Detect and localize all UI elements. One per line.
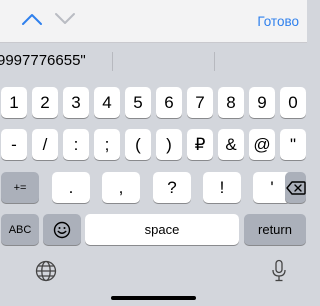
key-comma[interactable]: ,	[102, 172, 140, 203]
key-exclamation[interactable]: !	[203, 172, 241, 203]
globe-icon[interactable]	[35, 260, 57, 282]
key-0[interactable]: 0	[280, 87, 306, 118]
emoji-icon	[53, 221, 71, 239]
key-9[interactable]: 9	[249, 87, 275, 118]
suggestion-bar: 9997776655"	[0, 43, 307, 80]
key-ruble[interactable]: ₽	[187, 129, 213, 160]
key-3[interactable]: 3	[63, 87, 89, 118]
key-6[interactable]: 6	[156, 87, 182, 118]
key-slash[interactable]: /	[32, 129, 58, 160]
key-ampersand[interactable]: &	[218, 129, 244, 160]
key-2[interactable]: 2	[32, 87, 58, 118]
key-semicolon[interactable]: ;	[94, 129, 120, 160]
key-at[interactable]: @	[249, 129, 275, 160]
suggestion-divider	[214, 52, 215, 71]
key-colon[interactable]: :	[63, 129, 89, 160]
backspace-key[interactable]	[285, 172, 306, 203]
key-8[interactable]: 8	[218, 87, 244, 118]
key-symbols-toggle[interactable]: +=	[1, 172, 39, 203]
home-indicator	[111, 296, 196, 300]
key-dash[interactable]: -	[1, 129, 27, 160]
key-5[interactable]: 5	[125, 87, 151, 118]
key-close-paren[interactable]: )	[156, 129, 182, 160]
key-question[interactable]: ?	[153, 172, 191, 203]
key-quote[interactable]: "	[280, 129, 306, 160]
suggestion-divider	[112, 52, 113, 71]
space-key[interactable]: space	[85, 214, 239, 245]
microphone-icon[interactable]	[271, 259, 287, 283]
key-period[interactable]: .	[52, 172, 90, 203]
key-7[interactable]: 7	[187, 87, 213, 118]
suggestion-item[interactable]: 9997776655"	[0, 52, 86, 69]
key-4[interactable]: 4	[94, 87, 120, 118]
chevron-up-icon[interactable]	[21, 12, 43, 26]
emoji-key[interactable]	[43, 214, 81, 245]
key-open-paren[interactable]: (	[125, 129, 151, 160]
key-1[interactable]: 1	[1, 87, 27, 118]
chevron-down-icon[interactable]	[54, 12, 76, 26]
backspace-icon	[285, 180, 306, 195]
return-key[interactable]: return	[244, 214, 306, 245]
done-button[interactable]: Готово	[257, 14, 299, 29]
key-abc[interactable]: ABC	[1, 214, 39, 245]
keyboard-accessory-bar: Готово	[0, 0, 307, 43]
